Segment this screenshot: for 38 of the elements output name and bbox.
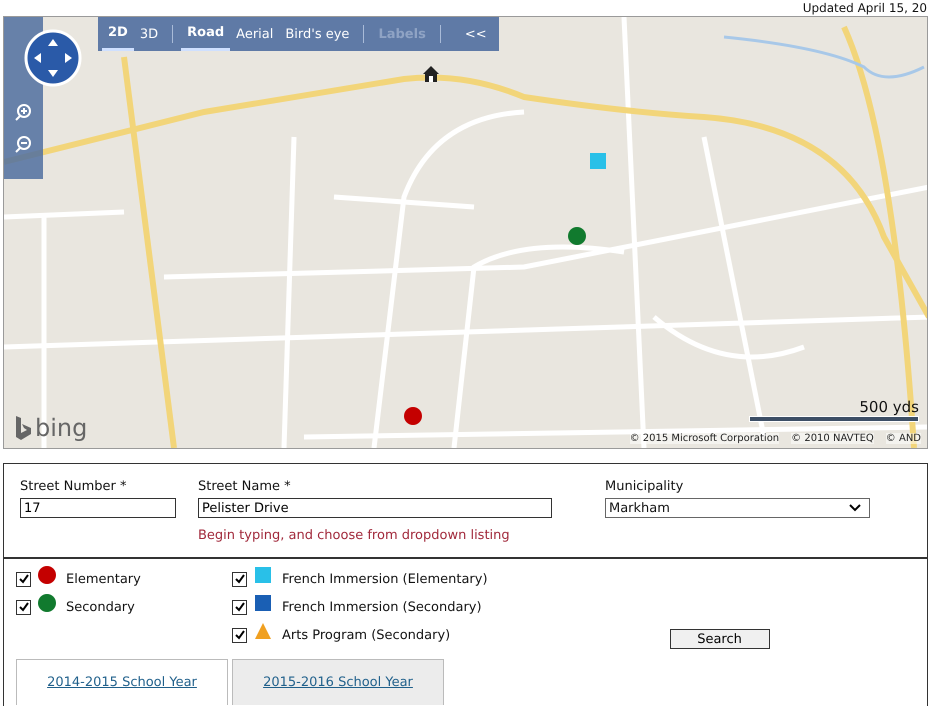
pan-control-icon[interactable] <box>24 29 82 87</box>
field-label: Street Number * <box>20 478 128 496</box>
text-input[interactable]: 17 <box>20 498 176 518</box>
updated-date-text: Updated April 15, 20 <box>802 0 927 16</box>
bing-logo-icon <box>14 415 32 441</box>
legend-label: French Immersion (Secondary) <box>282 600 482 614</box>
map-attribution: © 2015 Microsoft Corporation <box>630 433 780 444</box>
field-hint-text: Begin typing, and choose from dropdown listing <box>198 528 511 543</box>
legend-label: Elementary <box>66 572 141 586</box>
school-year-tab[interactable]: 2014-2015 School Year <box>16 659 228 705</box>
zoom-in-icon[interactable] <box>14 103 32 121</box>
map-attribution: © AND <box>886 433 921 444</box>
legend-label: Arts Program (Secondary) <box>282 628 450 642</box>
checkbox[interactable] <box>16 600 31 614</box>
map-view-tab[interactable]: Aerial <box>230 17 280 51</box>
checkbox[interactable] <box>16 572 31 586</box>
map-view-tab[interactable]: Bird's eye <box>279 17 356 51</box>
legend-label: Secondary <box>66 600 135 614</box>
map-view-tab[interactable]: 3D <box>134 17 164 51</box>
bing-logo-text: bing <box>35 414 88 442</box>
checkbox[interactable] <box>232 628 247 642</box>
text-input[interactable]: Pelister Drive <box>198 498 552 518</box>
zoom-out-icon[interactable] <box>14 135 32 153</box>
chevron-down-icon <box>849 504 861 512</box>
map-view-tab[interactable]: 2D <box>102 17 134 51</box>
search-button[interactable]: Search <box>670 629 770 649</box>
collapse-toolbar-button[interactable]: << <box>458 17 493 51</box>
school-year-tab[interactable]: 2015-2016 School Year <box>232 659 444 705</box>
field-label: Street Name * <box>198 478 292 496</box>
legend-label: French Immersion (Elementary) <box>282 572 488 586</box>
scale-label: 500 yds <box>859 398 919 416</box>
field-label: Municipality <box>605 478 684 496</box>
map-attribution: © 2010 NAVTEQ <box>791 433 874 444</box>
checkbox[interactable] <box>232 572 247 586</box>
school-marker[interactable] <box>590 153 606 169</box>
municipality-dropdown[interactable]: Markham <box>605 498 870 518</box>
checkbox[interactable] <box>232 600 247 614</box>
map-view-tab[interactable]: Road <box>181 17 230 51</box>
